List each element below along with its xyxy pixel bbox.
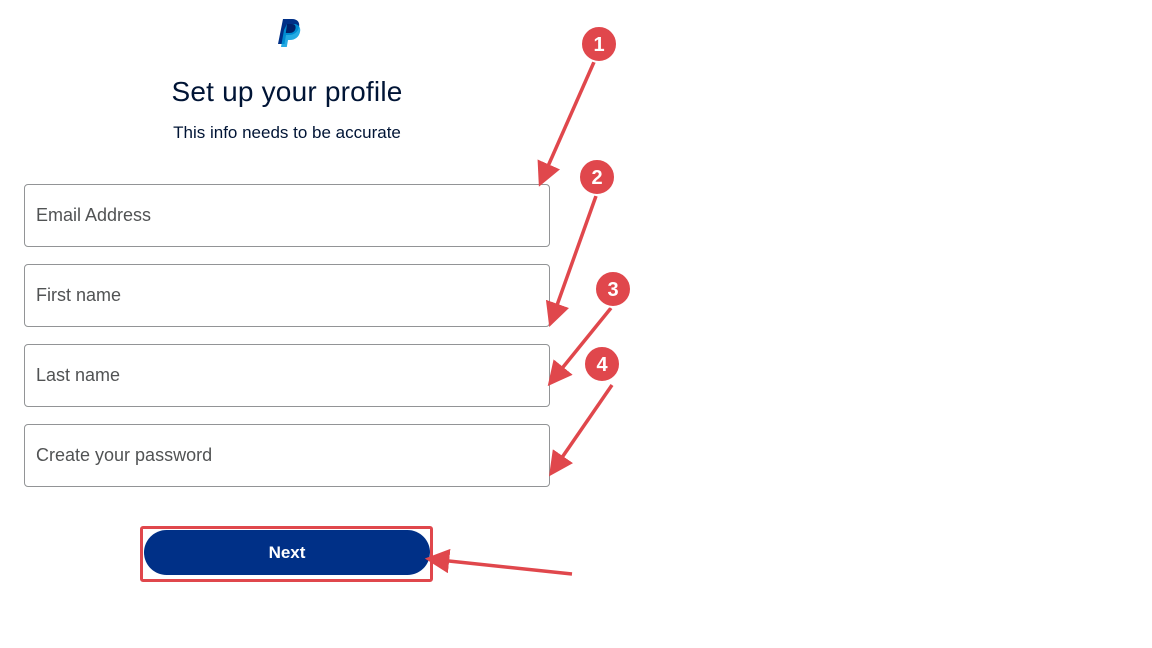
annotation-marker-4-label: 4 [596,354,608,376]
email-input[interactable] [25,185,549,246]
annotation-marker-1: 1 [580,25,618,63]
first-name-field[interactable] [24,264,550,327]
annotation-arrow-4 [549,384,614,477]
last-name-field[interactable] [24,344,550,407]
signup-page: Set up your profile This info needs to b… [0,0,1152,648]
email-field[interactable] [24,184,550,247]
annotation-arrow-2 [545,195,598,327]
annotation-marker-3-label: 3 [607,279,618,301]
annotation-marker-1-label: 1 [593,34,604,56]
annotation-arrow-next [424,548,573,576]
annotation-marker-4: 4 [583,345,621,383]
password-input[interactable] [25,425,549,486]
annotation-marker-2: 2 [578,158,616,196]
page-subtitle: This info needs to be accurate [173,123,401,142]
page-title: Set up your profile [171,76,403,107]
annotation-marker-3: 3 [594,270,632,308]
next-button[interactable]: Next [144,530,430,575]
annotation-arrow-3 [547,306,613,387]
password-field[interactable] [24,424,550,487]
last-name-input[interactable] [25,345,549,406]
paypal-logo-icon [278,19,301,47]
first-name-input[interactable] [25,265,549,326]
annotation-marker-2-label: 2 [591,167,602,189]
